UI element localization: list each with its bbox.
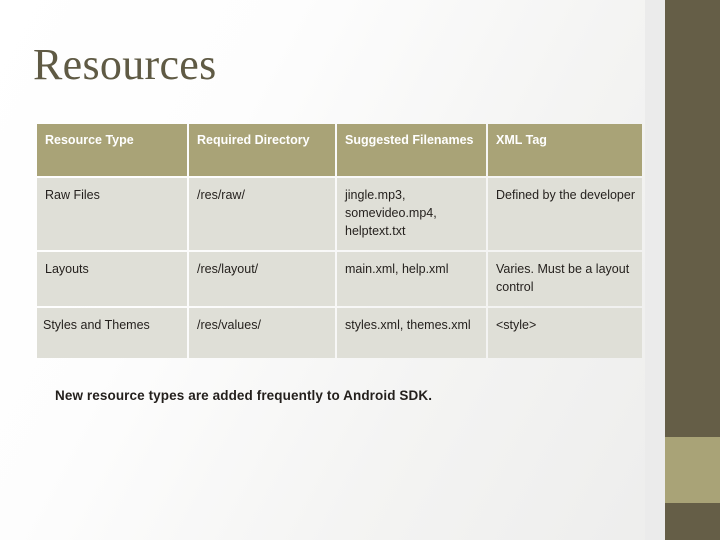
- cell-suggested-filenames: styles.xml, themes.xml: [337, 308, 486, 358]
- table-row: Raw Files /res/raw/ jingle.mp3, somevide…: [37, 178, 642, 250]
- sidebar-gap-strip: [645, 0, 665, 540]
- slide-canvas: Resources Resource Type Required Directo…: [0, 0, 720, 540]
- cell-required-directory: /res/raw/: [189, 178, 335, 250]
- column-header-resource-type: Resource Type: [37, 124, 187, 176]
- cell-required-directory: /res/values/: [189, 308, 335, 358]
- table-header: Resource Type Required Directory Suggest…: [37, 124, 642, 176]
- cell-resource-type: Layouts: [37, 252, 187, 306]
- cell-suggested-filenames: main.xml, help.xml: [337, 252, 486, 306]
- column-header-xml-tag: XML Tag: [488, 124, 642, 176]
- table-header-row: Resource Type Required Directory Suggest…: [37, 124, 642, 176]
- column-header-suggested-filenames: Suggested Filenames: [337, 124, 486, 176]
- cell-xml-tag: Varies. Must be a layout control: [488, 252, 642, 306]
- cell-resource-type: Styles and Themes: [37, 308, 187, 358]
- slide-caption: New resource types are added frequently …: [55, 388, 433, 403]
- resources-table-container: Resource Type Required Directory Suggest…: [37, 124, 642, 358]
- cell-xml-tag: Defined by the developer: [488, 178, 642, 250]
- sidebar-accent-block: [665, 437, 720, 503]
- table-row: Styles and Themes /res/values/ styles.xm…: [37, 308, 642, 358]
- column-header-required-directory: Required Directory: [189, 124, 335, 176]
- cell-required-directory: /res/layout/: [189, 252, 335, 306]
- cell-suggested-filenames: jingle.mp3, somevideo.mp4, helptext.txt: [337, 178, 486, 250]
- resources-table: Resource Type Required Directory Suggest…: [35, 122, 644, 360]
- cell-xml-tag: <style>: [488, 308, 642, 358]
- page-title: Resources: [33, 40, 217, 89]
- table-body: Raw Files /res/raw/ jingle.mp3, somevide…: [37, 178, 642, 358]
- cell-resource-type: Raw Files: [37, 178, 187, 250]
- table-row: Layouts /res/layout/ main.xml, help.xml …: [37, 252, 642, 306]
